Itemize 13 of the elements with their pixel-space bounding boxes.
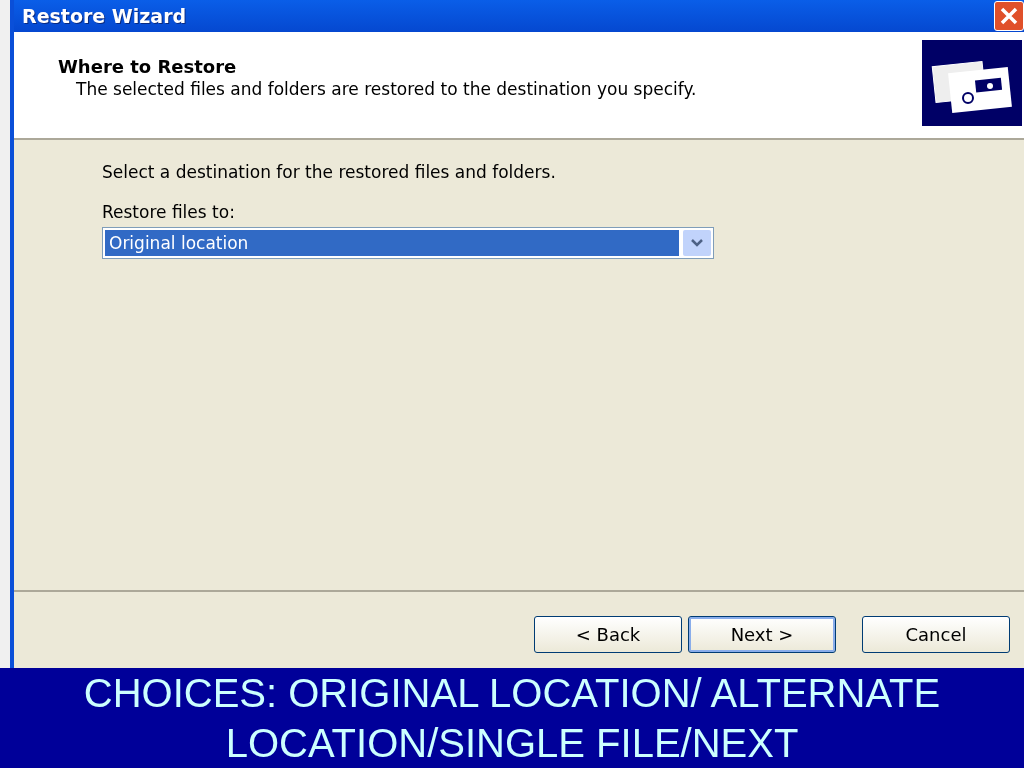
wizard-button[interactable]: Cancel — [862, 616, 1010, 653]
window-title: Restore Wizard — [22, 5, 187, 27]
wizard-button[interactable]: < Back — [534, 616, 682, 653]
caption-text: CHOICES: ORIGINAL LOCATION/ ALTERNATE LOCATION/SINGLE FILE/NEXT — [0, 668, 1024, 768]
page-subtitle: The selected files and folders are restored to the destination you specify. — [75, 79, 697, 99]
page-title: Where to Restore — [58, 56, 238, 77]
chevron-down-icon — [690, 238, 704, 248]
instruction-text: Select a destination for the restored files and folders. — [102, 162, 556, 182]
destination-dropdown[interactable]: Original location — [102, 227, 714, 259]
close-button[interactable] — [994, 1, 1024, 31]
close-icon — [999, 6, 1019, 26]
wizard-button[interactable]: Next > — [688, 616, 836, 653]
field-label: Restore files to: — [102, 202, 235, 222]
